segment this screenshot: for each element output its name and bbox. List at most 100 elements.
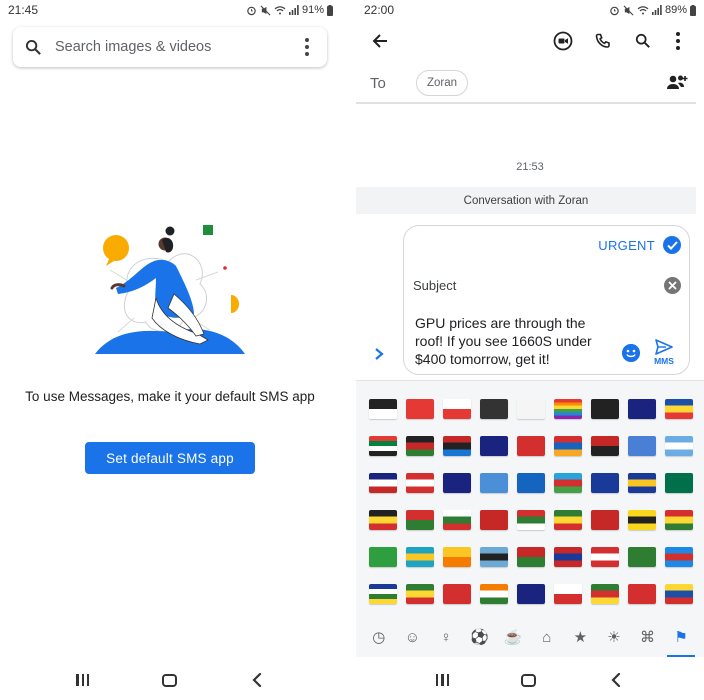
flag-azerbaijan[interactable] bbox=[549, 464, 586, 501]
crossed-flags-icon bbox=[442, 398, 471, 419]
more-options-icon[interactable] bbox=[299, 37, 315, 57]
flag-dr-congo[interactable] bbox=[660, 538, 697, 575]
search-bar[interactable]: Search images & videos bbox=[13, 27, 327, 67]
flag-american-samoa[interactable] bbox=[364, 464, 401, 501]
flag-andorra[interactable] bbox=[660, 390, 697, 427]
flag-aruba[interactable] bbox=[475, 464, 512, 501]
flag-bahamas[interactable] bbox=[401, 538, 438, 575]
flag-antigua-barbuda[interactable] bbox=[438, 427, 475, 464]
recents-icon[interactable] bbox=[435, 674, 450, 686]
recents-icon[interactable] bbox=[76, 674, 90, 686]
flag-ascension-island-icon bbox=[627, 398, 656, 419]
travel-icon[interactable]: ⌂ bbox=[537, 627, 557, 647]
compose-box[interactable]: URGENT Subject GPU prices are through th… bbox=[403, 225, 690, 375]
rainbow-flag-icon bbox=[553, 398, 582, 419]
home-icon[interactable] bbox=[161, 673, 177, 687]
flag-uae[interactable] bbox=[364, 427, 401, 464]
set-default-sms-button[interactable]: Set default SMS app bbox=[85, 442, 255, 474]
flag-anguilla[interactable] bbox=[475, 427, 512, 464]
flag-switzerland[interactable] bbox=[438, 575, 475, 612]
flag-bosnia[interactable] bbox=[586, 464, 623, 501]
pirate-flag[interactable] bbox=[586, 390, 623, 427]
flag-colombia[interactable] bbox=[660, 575, 697, 612]
flag-austria[interactable] bbox=[401, 464, 438, 501]
white-flag[interactable] bbox=[512, 390, 549, 427]
flag-bolivia[interactable] bbox=[660, 501, 697, 538]
flag-bhutan[interactable] bbox=[438, 538, 475, 575]
message-input[interactable]: GPU prices are through the roof! If you … bbox=[415, 314, 615, 368]
flag-cameroon[interactable] bbox=[586, 575, 623, 612]
flag-australia[interactable] bbox=[438, 464, 475, 501]
recent-icon[interactable]: ◷ bbox=[369, 627, 389, 647]
flag-burundi[interactable] bbox=[512, 501, 549, 538]
phone-icon[interactable] bbox=[593, 31, 613, 51]
flag-belarus[interactable] bbox=[512, 538, 549, 575]
flag-afghanistan[interactable] bbox=[401, 427, 438, 464]
flag-cook-islands[interactable] bbox=[512, 575, 549, 612]
mute-icon bbox=[260, 5, 271, 15]
flag-angola[interactable] bbox=[586, 427, 623, 464]
flag-colombia-icon bbox=[664, 583, 693, 604]
trophy-icon[interactable]: ★ bbox=[570, 627, 590, 647]
flag-canada[interactable] bbox=[586, 538, 623, 575]
status-time: 22:00 bbox=[364, 3, 395, 17]
flag-cote-divoire[interactable] bbox=[475, 575, 512, 612]
triangular-flag[interactable] bbox=[401, 390, 438, 427]
add-person-icon[interactable] bbox=[666, 74, 688, 92]
emoji-icon[interactable] bbox=[622, 344, 640, 362]
activity-icon[interactable]: ⚽ bbox=[470, 627, 490, 647]
flag-bulgaria[interactable] bbox=[438, 501, 475, 538]
flag-bangladesh[interactable] bbox=[660, 464, 697, 501]
flag-china[interactable] bbox=[623, 575, 660, 612]
white-flag-icon bbox=[516, 398, 545, 419]
flag-benin[interactable] bbox=[549, 501, 586, 538]
more-options-icon[interactable] bbox=[668, 31, 688, 51]
flag-bahrain[interactable] bbox=[475, 501, 512, 538]
back-icon[interactable] bbox=[249, 672, 265, 688]
flag-central-african-republic[interactable] bbox=[364, 575, 401, 612]
flag-belize[interactable] bbox=[549, 538, 586, 575]
urgent-toggle[interactable]: URGENT bbox=[598, 236, 681, 254]
flag-botswana[interactable] bbox=[475, 538, 512, 575]
objects-icon[interactable]: ☀ bbox=[604, 627, 624, 647]
chequered-flag[interactable] bbox=[364, 390, 401, 427]
flag-burkina-faso[interactable] bbox=[401, 501, 438, 538]
symbols-icon[interactable]: ⌘ bbox=[638, 627, 658, 647]
send-button[interactable]: MMS bbox=[650, 339, 678, 369]
chevron-right-icon[interactable] bbox=[373, 347, 385, 361]
flag-brazil[interactable] bbox=[364, 538, 401, 575]
subject-field[interactable]: Subject bbox=[413, 278, 456, 293]
flag-congo[interactable] bbox=[401, 575, 438, 612]
search-icon[interactable] bbox=[633, 31, 653, 51]
back-icon[interactable] bbox=[608, 672, 624, 688]
flag-argentina[interactable] bbox=[660, 427, 697, 464]
check-circle-icon[interactable] bbox=[663, 236, 681, 254]
flag-ascension-island[interactable] bbox=[623, 390, 660, 427]
black-flag[interactable] bbox=[475, 390, 512, 427]
flag-bahrain-icon bbox=[479, 509, 508, 530]
video-call-icon[interactable] bbox=[553, 31, 573, 51]
search-input[interactable]: Search images & videos bbox=[55, 39, 299, 55]
flag-chile[interactable] bbox=[549, 575, 586, 612]
flag-belgium[interactable] bbox=[364, 501, 401, 538]
flag-aland-islands[interactable] bbox=[512, 464, 549, 501]
flag-cocos-islands[interactable] bbox=[623, 538, 660, 575]
smiley-icon[interactable]: ☺ bbox=[402, 627, 422, 647]
flag-brunei[interactable] bbox=[623, 501, 660, 538]
people-icon[interactable]: ♀ bbox=[436, 627, 456, 647]
flag-barbados[interactable] bbox=[623, 464, 660, 501]
crossed-flags[interactable] bbox=[438, 390, 475, 427]
flag-antarctica[interactable] bbox=[623, 427, 660, 464]
rainbow-flag[interactable] bbox=[549, 390, 586, 427]
flag-armenia[interactable] bbox=[549, 427, 586, 464]
right-screen: 22:00 89% To Zoran 21:53 Conversation wi… bbox=[356, 0, 704, 700]
flag-bermuda[interactable] bbox=[586, 501, 623, 538]
food-icon[interactable]: ☕ bbox=[503, 627, 523, 647]
flag-icon[interactable]: ⚑ bbox=[667, 627, 696, 657]
home-icon[interactable] bbox=[521, 673, 537, 687]
clear-subject-icon[interactable] bbox=[664, 277, 681, 294]
flag-albania[interactable] bbox=[512, 427, 549, 464]
app-toolbar bbox=[356, 24, 704, 58]
recipient-chip[interactable]: Zoran bbox=[416, 70, 469, 96]
back-arrow-icon[interactable] bbox=[370, 31, 390, 51]
